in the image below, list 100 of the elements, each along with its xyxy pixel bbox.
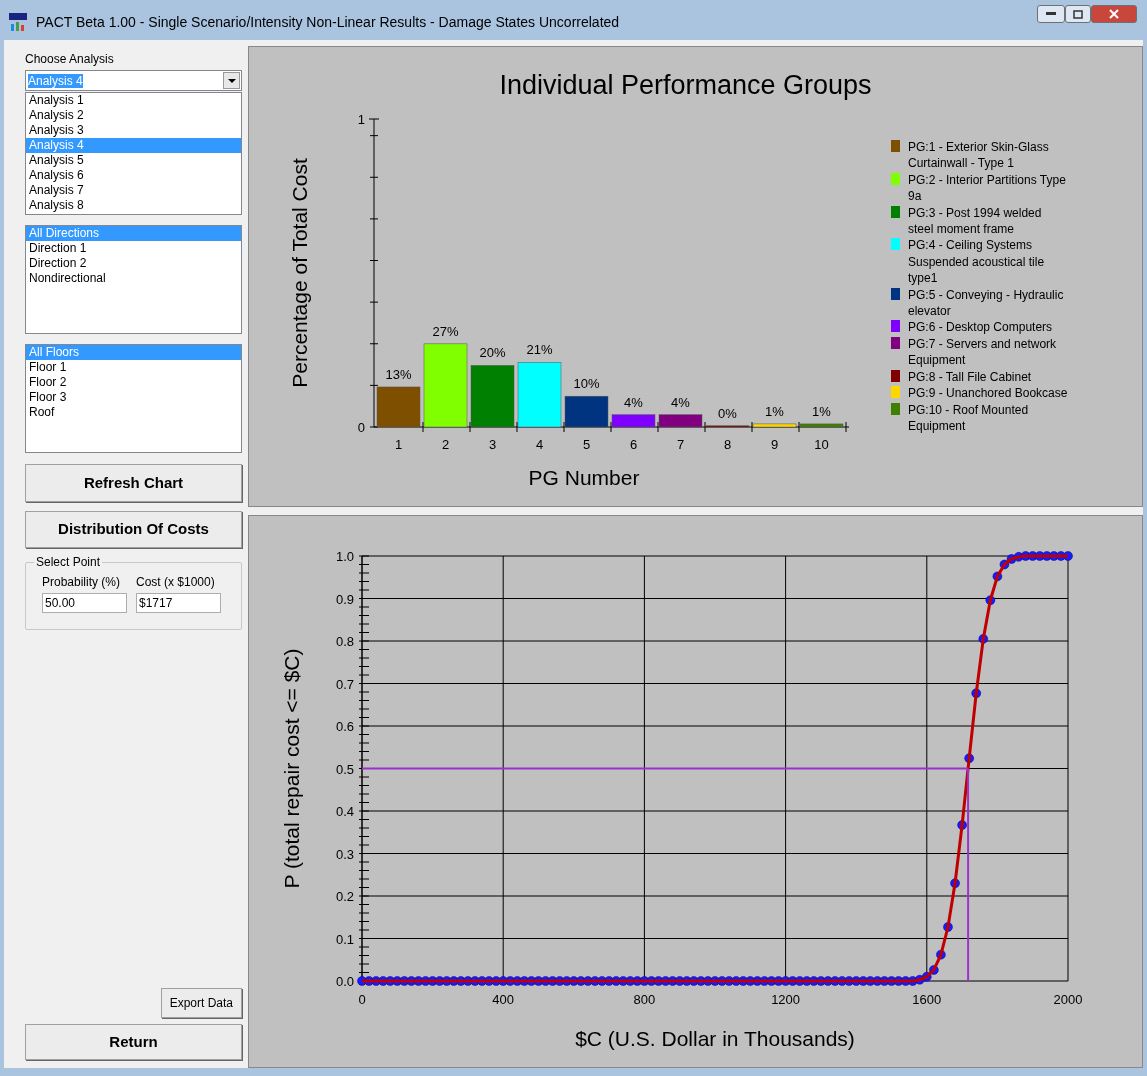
value-label: 0% [718,405,737,421]
field-label: Cost (x $1000) [136,575,216,589]
tick-label: 0.3 [335,846,354,862]
bar [376,386,421,428]
text-field[interactable]: 50.00 [42,593,127,613]
tick-label: 0.4 [335,804,354,819]
bar [752,423,797,428]
list-item[interactable]: Analysis 5 [26,153,241,168]
tick-label: 5 [582,437,591,452]
list-item[interactable]: Analysis 8 [26,198,241,213]
bar [799,423,844,428]
list-item[interactable]: Analysis 3 [26,123,241,138]
data-point [1063,551,1073,561]
value-label: 20% [479,345,506,361]
tick-label: 10 [814,437,829,452]
text-field[interactable]: $1717 [136,593,221,613]
value-label: 4% [624,394,643,410]
data-point [950,878,960,888]
list-item[interactable]: Nondirectional [26,271,241,286]
tick-label: 0 [357,420,365,435]
tick-label: 0 [358,992,366,1007]
tick-label: 0.0 [335,974,354,989]
list-box[interactable]: Analysis 1 Analysis 2 Analysis 3 Analysis 4 Analysis 5 Analysis 6 Analysis 7 Analysis 8 [25,92,242,215]
list-box[interactable]: All Directions Direction 1 Direction 2 Nondirectional [25,225,242,334]
tick-label: 1 [357,112,365,127]
maximize-button[interactable] [1065,5,1091,23]
axis-title: PG Number [528,466,640,489]
list-item[interactable]: Analysis 1 [26,93,241,108]
data-point [957,820,967,830]
caret-icon [227,78,236,83]
distribution-button[interactable]: Distribution Of Costs [25,511,242,548]
list-item[interactable]: Analysis 7 [26,183,241,198]
legend-label: PG:1 - Exterior Skin-Glass Curtainwall - Type 1 [908,139,1050,172]
tick-label: 2000 [1053,992,1083,1007]
list-item[interactable]: Roof [26,405,241,420]
app-logo-icon [8,12,28,32]
window-title: PACT Beta 1.00 - Single Scenario/Intensity Non-Linear Results - Damage States Uncorrelated [36,12,620,32]
data-point [929,965,939,975]
tick-label: 1200 [771,992,801,1007]
tick-label: 400 [492,992,515,1007]
data-point [922,972,932,982]
close-button[interactable] [1091,5,1137,23]
data-point [964,753,974,764]
legend-label: PG:3 - Post 1994 welded steel moment frame [908,204,1043,238]
tick-label: 1 [394,437,403,452]
dropdown-button[interactable] [223,72,240,89]
tick-label: 7 [676,437,685,452]
legend-label: PG:6 - Desktop Computers [908,319,1054,336]
tick-label: 0.7 [335,676,354,692]
return-button[interactable]: Return [25,1024,242,1060]
tick-label: 1600 [912,992,942,1007]
axis-title: P (total repair cost <= $C) [280,648,303,889]
value-label: 1% [765,403,784,419]
minimize-button[interactable] [1037,5,1065,23]
value-label: 27% [432,323,459,339]
maximize-icon [1073,9,1083,19]
minimize-icon [1046,12,1056,16]
tick-label: 0.6 [335,719,354,734]
field-label: Choose Analysis [25,51,115,68]
list-box[interactable]: All Floors Floor 1 Floor 2 Floor 3 Roof [25,344,242,453]
data-point [999,559,1010,570]
tick-label: 2 [441,437,450,452]
tick-label: 3 [488,437,497,452]
value-label: 4% [671,394,690,410]
chart-title: Individual Performance Groups [499,69,872,101]
list-item[interactable]: Floor 2 [26,375,241,390]
tick-label: 8 [723,437,732,452]
tick-label: 0.1 [335,931,354,947]
value-label: 21% [526,342,553,358]
tick-label: 0.2 [335,889,354,904]
tick-label: 9 [770,437,779,452]
tick-label: 0.5 [335,761,354,777]
group-title: Select Point [34,555,103,569]
field-label: Probability (%) [42,575,122,589]
list-item[interactable]: Analysis 6 [26,168,241,183]
tick-label: 6 [629,437,638,452]
data-point [971,688,981,699]
legend-label: PG:9 - Unanchored Bookcase [908,385,1068,402]
list-item[interactable]: Direction 2 [26,256,241,271]
legend-label: PG:8 - Tall File Cabinet [908,368,1033,386]
tick-label: 0.8 [335,634,354,649]
list-item[interactable]: Direction 1 [26,241,241,256]
value-label: 13% [385,366,412,382]
data-point [943,922,953,932]
legend-label: PG:5 - Conveying - Hydraulic elevator [908,286,1065,320]
refresh-chart-button[interactable]: Refresh Chart [25,464,242,502]
list-item[interactable]: Floor 3 [26,390,241,405]
list-item[interactable]: Analysis 2 [26,108,241,123]
bar [658,414,703,428]
list-item[interactable]: Floor 1 [26,360,241,375]
data-point [978,634,989,644]
data-point [992,571,1003,582]
tick-label: 800 [633,992,656,1007]
legend-label: PG:2 - Interior Partitions Type 9a [908,171,1067,205]
tick-label: 4 [535,437,544,452]
bar [470,365,515,428]
export-data-button[interactable]: Export Data [160,988,242,1018]
axis-title: $C (U.S. Dollar in Thousands) [575,1027,855,1050]
data-point [936,949,946,960]
legend-label: PG:10 - Roof Mounted Equipment [908,401,1030,435]
